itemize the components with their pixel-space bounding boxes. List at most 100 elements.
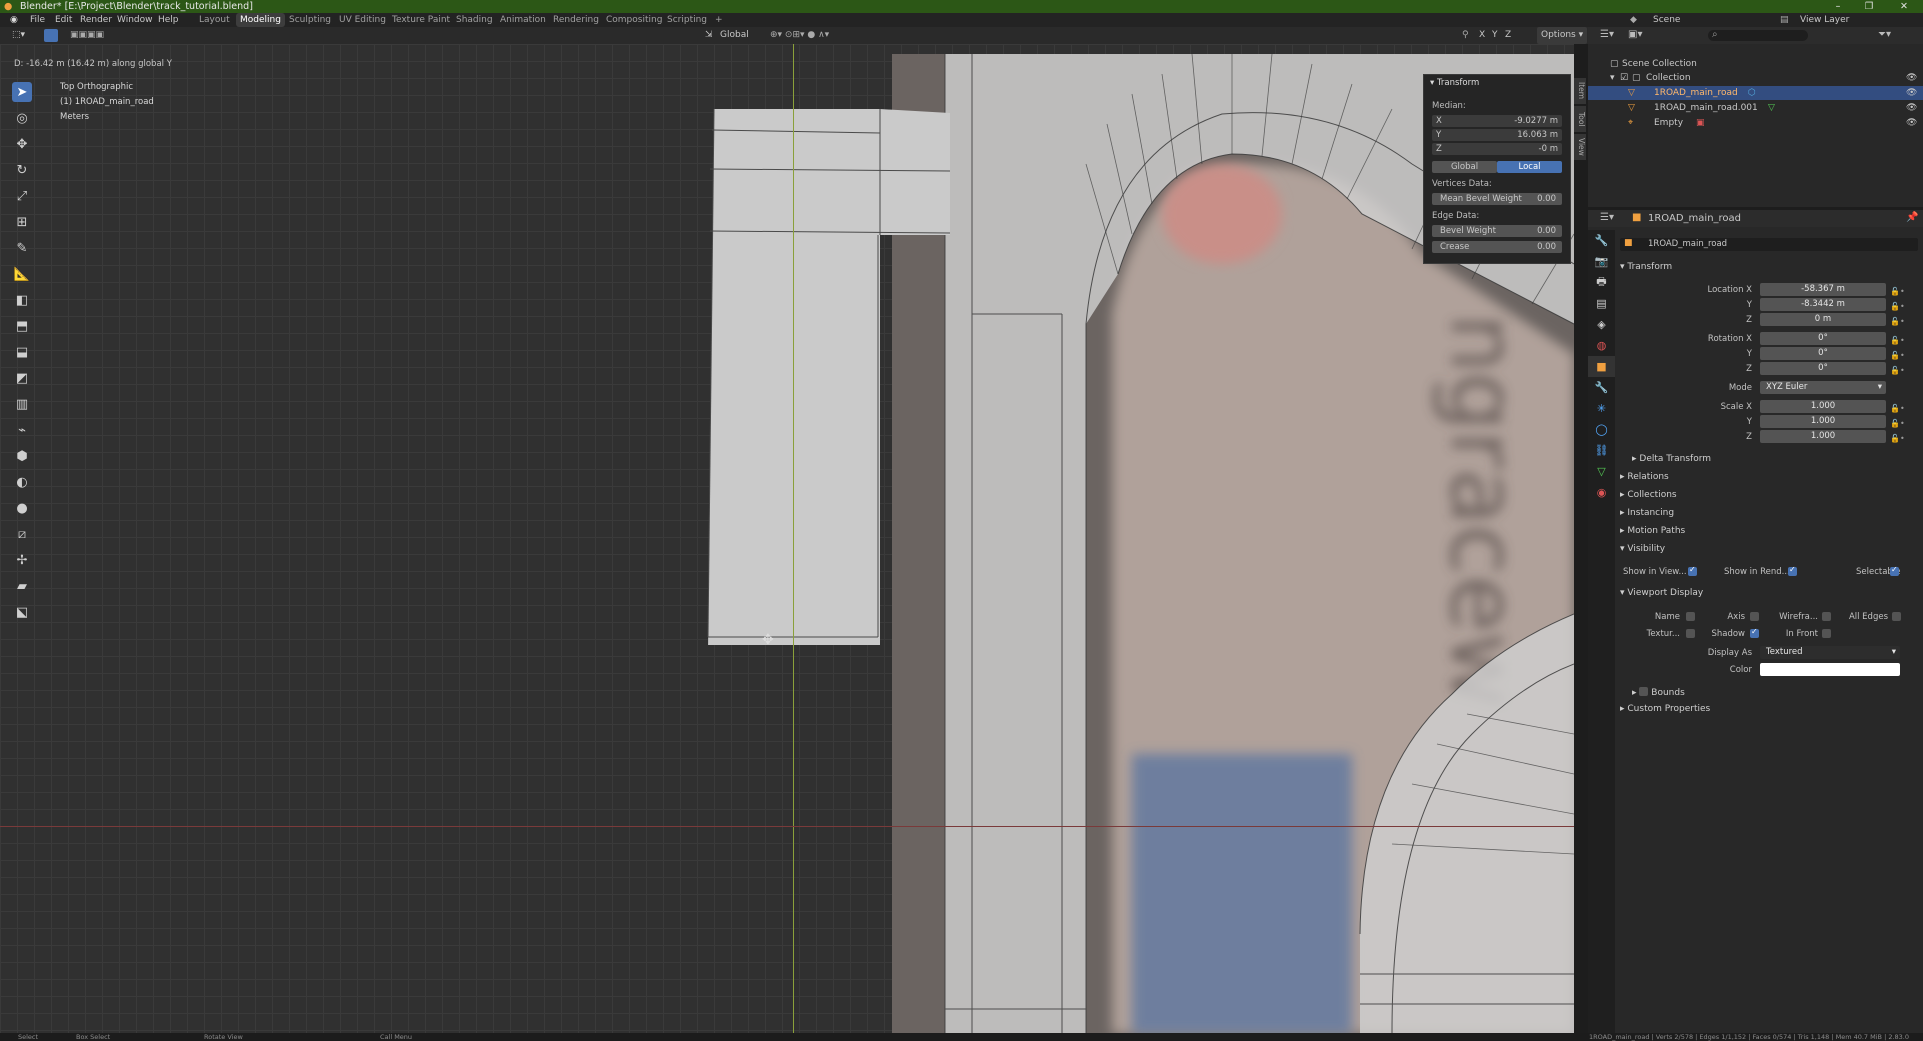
world-tab-icon[interactable]: ◍ [1588,335,1615,356]
bounds-checkbox[interactable] [1639,687,1649,696]
tab-scripting[interactable]: Scripting [667,13,707,27]
knife-tool-icon[interactable]: ⌁ [12,420,32,440]
spin-tool-icon[interactable]: ◐ [12,472,32,492]
select-box-icons[interactable]: ▣▣▣▣ [70,27,104,44]
scene-selector[interactable]: Scene [1653,13,1680,27]
collections-section[interactable]: ▸ Collections [1620,490,1677,500]
axis-z-toggle[interactable]: Z [1505,27,1511,44]
outliner-object-row[interactable]: ▽ 1ROAD_main_road ⬡ 👁 [1588,86,1923,100]
visibility-section[interactable]: ▾ Visibility [1620,544,1665,554]
inset-tool-icon[interactable]: ⬓ [12,342,32,362]
visibility-eye-icon[interactable]: 👁 [1906,101,1917,115]
mean-bevel-weight-field[interactable]: Mean Bevel Weight 0.00 [1432,193,1562,205]
sidebar-tab-view[interactable]: View [1574,134,1586,160]
edge-slide-tool-icon[interactable]: ⧄ [12,524,32,544]
vd-name-checkbox[interactable] [1686,612,1695,621]
tab-sculpting[interactable]: Sculpting [289,13,331,27]
median-y-field[interactable]: Y 16.063 m [1432,129,1562,141]
collection-row[interactable]: ▾ ☑ ▢ Collection 👁 [1588,71,1923,85]
view-layer-tab-icon[interactable]: ▤ [1588,293,1615,314]
outliner-editor-icon[interactable]: ☰▾ [1600,29,1614,40]
shrink-fatten-tool-icon[interactable]: ✢ [12,550,32,570]
add-cube-tool-icon[interactable]: ◧ [12,290,32,310]
bevel-tool-icon[interactable]: ◩ [12,368,32,388]
menu-window[interactable]: Window [117,13,153,27]
menu-render[interactable]: Render [80,13,112,27]
vd-shadow-checkbox[interactable] [1750,627,1759,638]
motion-paths-section[interactable]: ▸ Motion Paths [1620,526,1685,536]
object-tab-icon[interactable]: ■ [1588,356,1615,377]
median-x-field[interactable]: X -9.0277 m [1432,115,1562,127]
display-mode-icon[interactable]: ▣▾ [1628,29,1642,40]
maximize-button[interactable]: ❐ [1857,0,1881,13]
minimize-button[interactable]: – [1826,0,1850,13]
output-tab-icon[interactable]: 🖶 [1588,272,1615,293]
rotation-y-field[interactable]: 0° [1760,347,1886,360]
bevel-weight-field[interactable]: Bevel Weight 0.00 [1432,225,1562,237]
shear-tool-icon[interactable]: ▰ [12,576,32,596]
outliner-search-input[interactable] [1708,30,1808,41]
mirror-icon[interactable]: ⚲ [1462,27,1469,44]
scale-tool-icon[interactable]: ⤢ [12,186,32,206]
visibility-eye-icon[interactable]: 👁 [1906,71,1917,85]
properties-editor-icon[interactable]: ☰▾ [1600,212,1614,223]
tab-rendering[interactable]: Rendering [553,13,599,27]
tab-shading[interactable]: Shading [456,13,493,27]
location-x-field[interactable]: -58.367 m [1760,283,1886,296]
modifier-tab-icon[interactable]: 🔧 [1588,377,1615,398]
object-name-field[interactable]: ■ 1ROAD_main_road [1620,238,1918,251]
constraints-tab-icon[interactable]: ⛓ [1588,440,1615,461]
visibility-eye-icon[interactable]: 👁 [1906,116,1917,130]
vd-in-front-checkbox[interactable] [1822,629,1831,638]
cursor-tool-icon[interactable]: ◎ [12,108,32,128]
outliner-object-row[interactable]: ⌖ Empty ▣ 👁 [1588,116,1923,130]
selected-mesh-piece[interactable] [700,105,950,645]
render-tab-icon[interactable]: 📷 [1588,251,1615,272]
options-dropdown[interactable]: Options ▾ [1537,27,1588,44]
scale-z-field[interactable]: 1.000 [1760,430,1886,443]
rotate-tool-icon[interactable]: ↻ [12,160,32,180]
rotation-mode-dropdown[interactable]: XYZ Euler ▾ [1760,381,1886,394]
material-tab-icon[interactable]: ◉ [1588,482,1615,503]
transform-panel-header[interactable]: ▾ Transform [1430,78,1479,88]
vd-texture-checkbox[interactable] [1686,629,1695,638]
show-in-viewport-checkbox[interactable] [1688,565,1697,576]
tool-tab-icon[interactable]: 🔧 [1588,230,1615,251]
relations-section[interactable]: ▸ Relations [1620,472,1669,482]
particles-tab-icon[interactable]: ✳ [1588,398,1615,419]
sidebar-tab-item[interactable]: Item [1574,78,1586,104]
delta-transform-section[interactable]: ▸ Delta Transform [1632,454,1711,464]
vd-axis-checkbox[interactable] [1750,612,1759,621]
scale-x-field[interactable]: 1.000 [1760,400,1886,413]
global-button[interactable]: Global [1432,161,1497,173]
sidebar-tab-tool[interactable]: Tool [1574,106,1586,132]
poly-build-tool-icon[interactable]: ⬢ [12,446,32,466]
annotate-tool-icon[interactable]: ✎ [12,238,32,258]
move-tool-icon[interactable]: ✥ [12,134,32,154]
select-tool-icon[interactable]: ➤ [12,82,32,102]
smooth-tool-icon[interactable]: ● [12,498,32,518]
vd-wireframe-checkbox[interactable] [1822,612,1831,621]
rip-tool-icon[interactable]: ⬕ [12,602,32,622]
tab-compositing[interactable]: Compositing [606,13,662,27]
transform-tool-icon[interactable]: ⊞ [12,212,32,232]
show-in-render-checkbox[interactable] [1788,565,1797,576]
editor-type-icon[interactable]: ⬚▾ [12,27,25,44]
scene-collection-row[interactable]: ▢ Scene Collection [1588,57,1923,71]
data-tab-icon[interactable]: ▽ [1588,461,1615,482]
axis-y-toggle[interactable]: Y [1492,27,1498,44]
view-layer-selector[interactable]: View Layer [1800,13,1849,27]
pin-icon[interactable]: 📌 [1906,212,1918,223]
close-button[interactable]: ✕ [1892,0,1916,13]
tab-texture-paint[interactable]: Texture Paint [392,13,450,27]
visibility-eye-icon[interactable]: 👁 [1906,86,1917,100]
add-workspace-button[interactable]: + [715,13,723,27]
menu-edit[interactable]: Edit [55,13,72,27]
physics-tab-icon[interactable]: ◯ [1588,419,1615,440]
scale-y-field[interactable]: 1.000 [1760,415,1886,428]
crease-field[interactable]: Crease 0.00 [1432,241,1562,253]
location-y-field[interactable]: -8.3442 m [1760,298,1886,311]
bounds-section[interactable]: ▸ Bounds [1632,686,1685,698]
rotation-x-field[interactable]: 0° [1760,332,1886,345]
transform-section-header[interactable]: ▾ Transform [1620,262,1672,272]
